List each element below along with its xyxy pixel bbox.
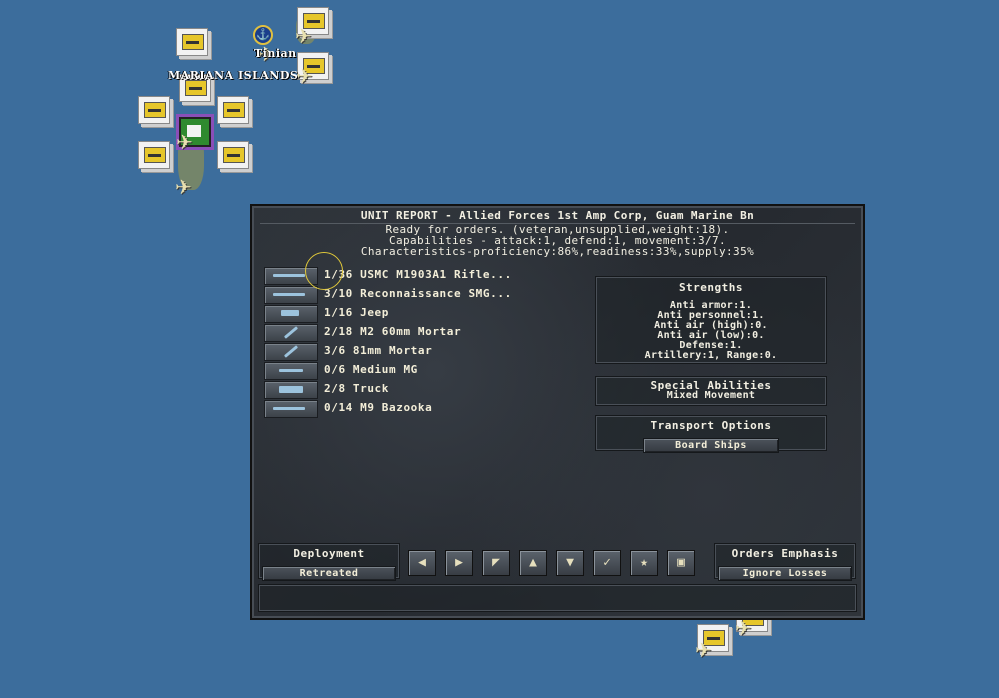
air-unit-chip[interactable] <box>138 141 170 169</box>
arrow-right-icon[interactable]: ▶ <box>445 550 473 576</box>
equipment-label: 3/10 Reconnaissance SMG... <box>324 287 512 300</box>
equipment-label: 0/6 Medium MG <box>324 363 418 376</box>
map-label-tinian: Tinian <box>254 47 297 60</box>
strengths-title: Strengths <box>678 281 744 294</box>
mouse-cursor-highlight <box>305 252 343 290</box>
jeep-icon[interactable] <box>264 305 318 323</box>
equipment-label: 2/18 M2 60mm Mortar <box>324 325 462 338</box>
equipment-row[interactable]: 1/16 Jeep <box>264 304 544 323</box>
equipment-row[interactable]: 2/8 Truck <box>264 380 544 399</box>
equipment-label: 2/8 Truck <box>324 382 390 395</box>
equipment-row[interactable]: 0/14 M9 Bazooka <box>264 399 544 418</box>
equipment-row[interactable]: 2/18 M2 60mm Mortar <box>264 323 544 342</box>
air-unit-chip[interactable] <box>217 141 249 169</box>
equipment-label: 1/16 Jeep <box>324 306 390 319</box>
equipment-label: 0/14 M9 Bazooka <box>324 401 433 414</box>
equipment-label: 1/36 USMC M1903A1 Rifle... <box>324 268 512 281</box>
mortar-icon[interactable] <box>264 343 318 361</box>
unit-report-title: UNIT REPORT - Allied Forces 1st Amp Corp… <box>360 209 755 222</box>
transport-options-box: Transport Options Board Ships <box>595 415 827 453</box>
special-abilities-box: Special Abilities Mixed Movement <box>595 376 827 406</box>
airfield-icon: ✈ <box>296 64 313 88</box>
airfield-icon: ✈ <box>695 638 712 662</box>
unit-report-header: UNIT REPORT - Allied Forces 1st Amp Corp… <box>252 210 863 257</box>
message-bar <box>258 584 857 612</box>
airfield-icon: ✈ <box>735 616 752 640</box>
air-unit-chip[interactable] <box>217 96 249 124</box>
strength-line: Artillery:1, Range:0. <box>644 350 778 361</box>
checkmark-icon[interactable]: ✓ <box>593 550 621 576</box>
airfield-icon: ✈ <box>295 24 312 48</box>
stack-icon[interactable]: ▣ <box>667 550 695 576</box>
orders-emphasis-select[interactable]: Ignore Losses <box>718 566 852 581</box>
mortar-icon[interactable] <box>264 324 318 342</box>
air-unit-chip[interactable] <box>176 28 208 56</box>
equipment-label: 3/6 81mm Mortar <box>324 344 433 357</box>
equipment-row[interactable]: 3/6 81mm Mortar <box>264 342 544 361</box>
deployment-label: Deployment <box>293 547 365 560</box>
unit-characteristics-text: Characteristics-proficiency:86%,readines… <box>360 245 755 258</box>
strengths-box: Strengths Anti armor:1. Anti personnel:1… <box>595 276 827 364</box>
truck-icon[interactable] <box>264 381 318 399</box>
transport-options-title: Transport Options <box>650 419 772 432</box>
orders-emphasis-label: Orders Emphasis <box>731 547 839 560</box>
orders-emphasis-box: Orders Emphasis Ignore Losses <box>714 543 856 581</box>
header-divider <box>260 223 855 224</box>
map-label-mariana-islands: MARIANA ISLANDS <box>168 69 299 82</box>
air-unit-chip[interactable] <box>138 96 170 124</box>
equipment-list: 1/36 USMC M1903A1 Rifle... 3/10 Reconnai… <box>264 266 544 418</box>
airfield-icon: ✈ <box>176 130 193 154</box>
board-ships-button[interactable]: Board Ships <box>643 438 779 453</box>
arrow-up-icon[interactable]: ▲ <box>519 550 547 576</box>
arrow-down-icon[interactable]: ▼ <box>556 550 584 576</box>
machine-gun-icon[interactable] <box>264 362 318 380</box>
equipment-row[interactable]: 3/10 Reconnaissance SMG... <box>264 285 544 304</box>
deployment-select[interactable]: Retreated <box>262 566 396 581</box>
airfield-icon: ✈ <box>175 175 192 199</box>
bazooka-icon[interactable] <box>264 400 318 418</box>
arrow-left-icon[interactable]: ◀ <box>408 550 436 576</box>
smg-icon[interactable] <box>264 286 318 304</box>
equipment-row[interactable]: 0/6 Medium MG <box>264 361 544 380</box>
arrow-up-left-icon[interactable]: ◤ <box>482 550 510 576</box>
special-abilities-value: Mixed Movement <box>666 390 756 401</box>
deployment-box: Deployment Retreated <box>258 543 400 581</box>
star-icon[interactable]: ★ <box>630 550 658 576</box>
